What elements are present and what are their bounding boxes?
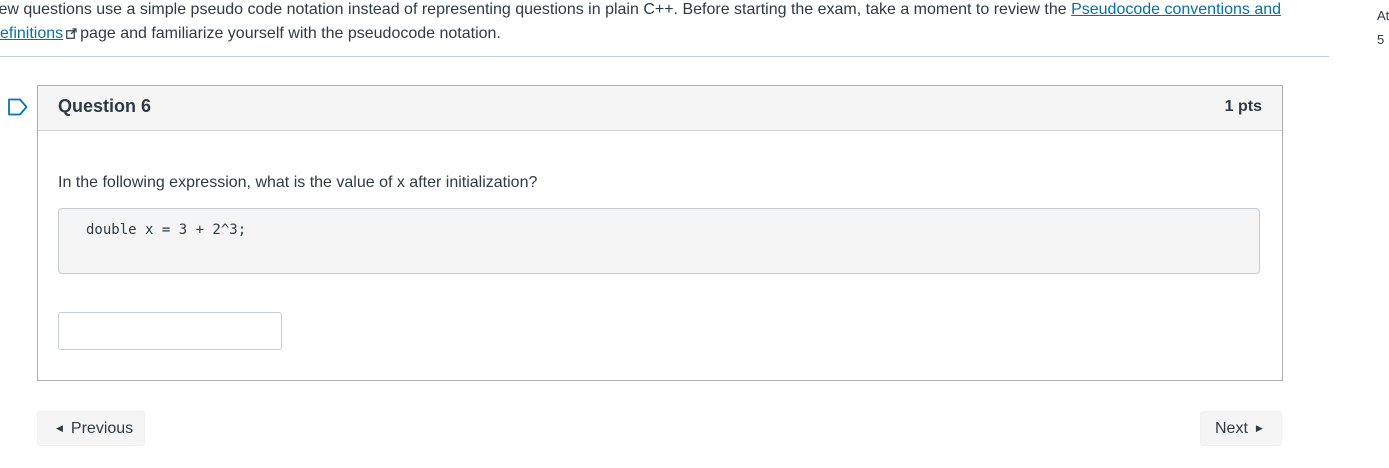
caret-right-icon: ▶	[1255, 423, 1263, 433]
caret-left-icon: ◀	[56, 423, 63, 433]
instructions-text-part1: few questions use a simple pseudo code n…	[0, 1, 1072, 18]
section-divider	[0, 56, 1329, 57]
pseudocode-link[interactable]: Pseudocode conventions and	[1071, 1, 1281, 18]
next-button[interactable]: Next ▶	[1200, 411, 1282, 446]
instructions-text: few questions use a simple pseudo code n…	[0, 0, 1300, 46]
question-points: 1 pts	[1224, 98, 1262, 115]
pseudocode-link-continued[interactable]: efinitions	[0, 25, 63, 42]
code-snippet: double x = 3 + 2^3;	[86, 222, 247, 238]
question-title: Question 6	[58, 96, 152, 116]
question-card: Question 6 1 pts In the following expres…	[37, 85, 1283, 381]
external-link-icon	[66, 28, 77, 39]
sidebar-info-line-2: 5	[1377, 32, 1385, 47]
flag-question-icon[interactable]	[7, 98, 29, 116]
instructions-line-2: efinitions page and familiarize yourself …	[0, 22, 1300, 46]
instructions-text-part2: page and familiarize yourself with the p…	[80, 25, 501, 42]
next-label: Next	[1215, 419, 1248, 437]
answer-input[interactable]	[58, 312, 282, 350]
code-block: double x = 3 + 2^3;	[58, 208, 1260, 274]
sidebar-info-line-1: At	[1377, 8, 1389, 23]
question-prompt: In the following expression, what is the…	[58, 174, 538, 191]
previous-label: Previous	[70, 419, 134, 437]
question-header: Question 6 1 pts	[38, 86, 1282, 131]
instructions-line-1: few questions use a simple pseudo code n…	[0, 0, 1300, 22]
previous-button[interactable]: ◀ Previous	[37, 411, 145, 446]
sidebar-info: At 5	[1377, 4, 1389, 52]
